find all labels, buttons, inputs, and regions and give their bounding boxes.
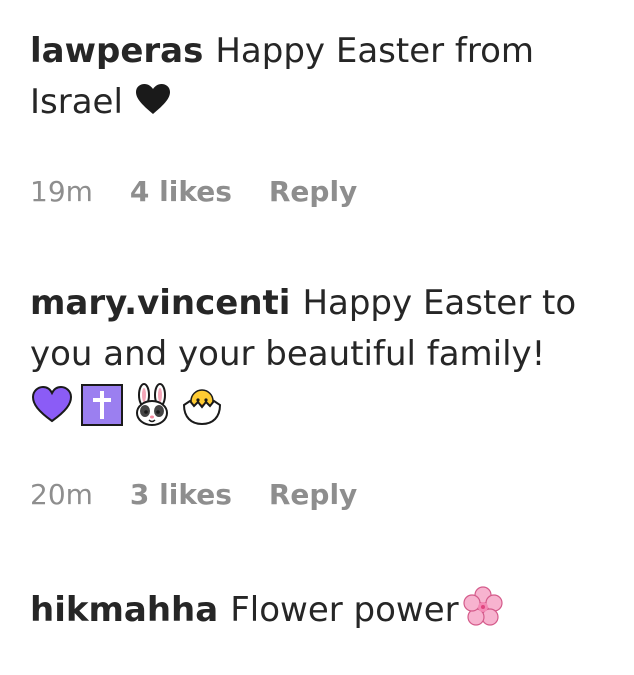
comment-body: Flower power	[230, 590, 459, 630]
comment-timestamp: 19m	[30, 175, 93, 208]
purple-heart-icon	[30, 383, 74, 427]
comment-item: hikmahha Flower power	[30, 585, 610, 644]
hatching-chick-icon	[180, 383, 224, 427]
emoji-row	[30, 382, 610, 428]
comment-timestamp: 20m	[30, 478, 93, 511]
comment-username[interactable]: hikmahha	[30, 590, 218, 630]
comment-meta: 19m 4 likes Reply	[30, 175, 357, 209]
comment-item: lawperas Happy Easter from Israel	[30, 26, 610, 130]
reply-button[interactable]: Reply	[269, 175, 357, 209]
comment-likes[interactable]: 3 likes	[130, 478, 232, 512]
comment-username[interactable]: lawperas	[30, 31, 203, 71]
reply-button[interactable]: Reply	[269, 478, 357, 512]
comment-username[interactable]: mary.vincenti	[30, 283, 290, 323]
cherry-blossom-icon	[461, 585, 505, 644]
latin-cross-icon	[80, 383, 124, 427]
comment-item: mary.vincenti Happy Easter to you and you…	[30, 278, 610, 428]
rabbit-face-icon	[130, 383, 174, 427]
comment-meta: 20m 3 likes Reply	[30, 478, 357, 512]
comment-likes[interactable]: 4 likes	[130, 175, 232, 209]
black-heart-icon	[135, 79, 171, 130]
